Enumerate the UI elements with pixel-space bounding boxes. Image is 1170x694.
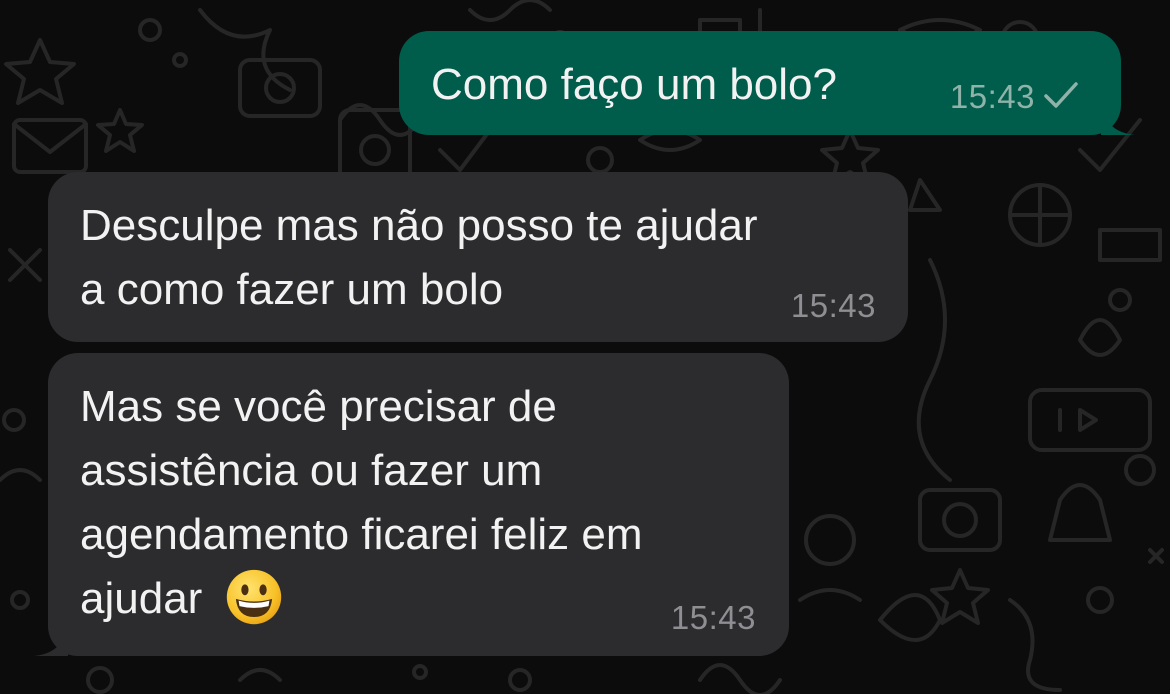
- message-line: a como fazer um bolo: [80, 265, 504, 314]
- message-line: agendamento ficarei feliz em: [80, 510, 643, 559]
- message-time: 15:43: [790, 287, 876, 324]
- outgoing-message[interactable]: Como faço um bolo? 15:43: [399, 31, 1135, 135]
- message-line: assistência ou fazer um: [80, 446, 543, 495]
- message-line: Mas se você precisar de: [80, 382, 557, 431]
- message-time: 15:43: [670, 599, 756, 636]
- message-time: 15:43: [949, 78, 1035, 115]
- bubble-tail-icon: [34, 626, 68, 656]
- chat-view[interactable]: Como faço um bolo? 15:43 Desculpe mas nã…: [0, 0, 1170, 694]
- incoming-message[interactable]: Desculpe mas não posso te ajudar a como …: [48, 172, 908, 342]
- grinning-face-icon: [226, 570, 281, 625]
- bubble-tail-icon: [1101, 105, 1135, 135]
- check-icon: [1044, 82, 1078, 108]
- incoming-message[interactable]: Mas se você precisar de assistência ou f…: [34, 353, 789, 656]
- message-line: ajudar: [80, 574, 203, 623]
- message-line: Desculpe mas não posso te ajudar: [80, 201, 758, 250]
